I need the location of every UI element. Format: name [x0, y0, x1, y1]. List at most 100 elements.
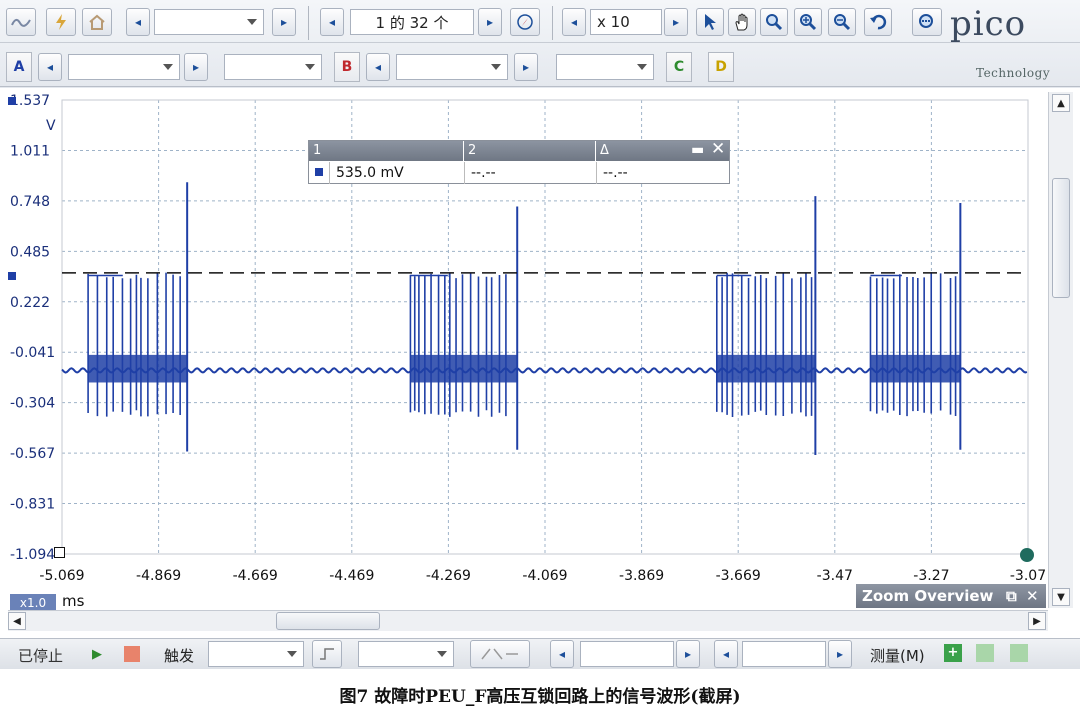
stop-icon[interactable]	[124, 646, 140, 662]
x-tick-label: -3.07	[1010, 568, 1046, 584]
y-tick-label: -0.304	[10, 396, 55, 412]
minimize-icon[interactable]: ▬	[691, 142, 704, 158]
trigger-label: 触发	[164, 647, 195, 665]
signal-burst	[87, 182, 189, 452]
waveform-trace	[61, 182, 1028, 455]
prev-capture-button[interactable]: ◂	[320, 8, 344, 36]
horizontal-scroll-thumb[interactable]	[276, 612, 380, 630]
channel-c-button[interactable]: C	[666, 52, 692, 82]
channel-b-next-button[interactable]: ▸	[514, 53, 538, 81]
y-tick-label: 0.748	[10, 194, 50, 210]
home-icon[interactable]	[82, 8, 112, 36]
scroll-down-icon[interactable]: ▼	[1052, 588, 1070, 606]
vertical-scrollbar[interactable]: ▲ ▼	[1048, 92, 1073, 608]
delete-measurement-icon[interactable]	[1010, 644, 1028, 662]
x-axis-labels: -5.069 -4.869 -4.669 -4.469 -4.269 -4.069 -3.8…	[39, 568, 1046, 584]
hand-icon[interactable]	[728, 8, 756, 36]
next-capture-button[interactable]: ▸	[478, 8, 502, 36]
signal-burst	[869, 203, 962, 450]
add-measurement-icon[interactable]: +	[944, 644, 962, 662]
capture-counter: 1 的 32 个	[350, 9, 474, 35]
pretrigger-prev-button[interactable]: ◂	[550, 640, 574, 668]
prev-input-range-button[interactable]: ◂	[126, 8, 150, 36]
x-tick-label: -4.269	[426, 568, 471, 584]
zoom-in-icon[interactable]	[794, 8, 822, 36]
y-tick-label: -1.094	[10, 547, 55, 563]
y-axis-labels: 1.537 1.011 0.748 0.485 0.222 -0.041 -0.304 -0.…	[10, 93, 55, 563]
channel-a-coupling-select[interactable]	[224, 54, 322, 80]
close-icon[interactable]: ✕	[711, 139, 725, 159]
channel-d-button[interactable]: D	[708, 52, 734, 82]
figure-caption: 图7 故障时PEU_F高压互锁回路上的信号波形(截屏)	[339, 687, 741, 707]
delay-prev-button[interactable]: ◂	[714, 640, 738, 668]
channel-a-swatch	[315, 168, 323, 176]
channel-b-button[interactable]: B	[334, 52, 360, 82]
zoom-fit-icon[interactable]	[912, 8, 942, 36]
pointer-icon[interactable]	[696, 8, 724, 36]
zoom-value: x 10	[590, 9, 662, 35]
trigger-edge-icon[interactable]	[312, 640, 342, 668]
channel-a-prev-button[interactable]: ◂	[38, 53, 62, 81]
zoom-overview-title: Zoom Overview	[862, 587, 994, 605]
channel-marker-top	[8, 97, 16, 105]
trigger-channel-select[interactable]	[358, 641, 454, 667]
zoom-overview-close-icon[interactable]: ✕	[1026, 584, 1039, 608]
signal-burst	[409, 206, 519, 450]
pretrigger-next-button[interactable]: ▸	[676, 640, 700, 668]
compass-icon[interactable]	[510, 8, 540, 36]
run-icon[interactable]: ▶	[92, 647, 102, 662]
x-tick-label: -3.869	[619, 568, 664, 584]
zoom-increase-button[interactable]: ▸	[664, 8, 688, 36]
vertical-scroll-thumb[interactable]	[1052, 178, 1070, 298]
channel-b-prev-button[interactable]: ◂	[366, 53, 390, 81]
x-tick-label: -3.27	[913, 568, 949, 584]
y-tick-label: -0.041	[10, 345, 55, 361]
measurements-label: 测量(M)	[870, 647, 925, 665]
toolbar-row-channels: A ◂ ▸ B ◂ ▸ C D	[0, 48, 1080, 87]
ruler-handle-icon[interactable]	[8, 272, 16, 280]
scope-mode-icon[interactable]	[6, 8, 36, 36]
x-tick-label: -3.47	[817, 568, 853, 584]
zoom-region-icon[interactable]	[760, 8, 788, 36]
x-tick-label: -4.069	[522, 568, 567, 584]
ruler-measurement-panel[interactable]: 1 2 Δ ▬ ✕ 535.0 mV --.-- --.--	[308, 139, 730, 184]
signal-burst	[715, 196, 817, 455]
scroll-up-icon[interactable]: ▲	[1052, 94, 1070, 112]
zoom-decrease-button[interactable]: ◂	[562, 8, 586, 36]
y-tick-label: 0.222	[10, 295, 50, 311]
y-tick-label: -0.831	[10, 497, 55, 513]
edit-measurement-icon[interactable]	[976, 644, 994, 662]
scroll-right-icon[interactable]: ▶	[1028, 612, 1046, 630]
x-unit-label: ms	[62, 592, 85, 610]
lightning-icon[interactable]	[46, 8, 76, 36]
undo-icon[interactable]	[864, 8, 892, 36]
scroll-left-icon[interactable]: ◀	[8, 612, 26, 630]
trigger-type-icon[interactable]	[470, 640, 530, 668]
y-tick-label: 0.485	[10, 244, 50, 260]
zoom-out-icon[interactable]	[828, 8, 856, 36]
x-tick-label: -4.869	[136, 568, 181, 584]
input-range-select[interactable]	[154, 9, 264, 35]
horizontal-scrollbar[interactable]: ◀ ▶	[8, 610, 1048, 631]
trigger-marker-icon[interactable]	[1020, 548, 1034, 562]
burst-band	[410, 354, 518, 383]
channel-a-range-select[interactable]	[68, 54, 180, 80]
trigger-mode-select[interactable]	[208, 641, 304, 667]
delay-field[interactable]	[742, 641, 826, 667]
status-bar: 已停止 ▶ 触发 ◂ ▸ ◂ ▸ 测量(M) +	[0, 638, 1080, 669]
y-tick-label: -0.567	[10, 446, 55, 462]
channel-a-button[interactable]: A	[6, 52, 32, 82]
channel-b-coupling-select[interactable]	[556, 54, 654, 80]
burst-band	[870, 354, 961, 383]
restore-icon[interactable]: ⧉	[1006, 584, 1017, 608]
zoom-overview-panel[interactable]: Zoom Overview ⧉ ✕	[856, 584, 1046, 608]
ruler-value-delta: --.--	[596, 162, 729, 184]
next-input-range-button[interactable]: ▸	[272, 8, 296, 36]
delay-next-button[interactable]: ▸	[828, 640, 852, 668]
channel-a-next-button[interactable]: ▸	[184, 53, 208, 81]
pretrigger-field[interactable]	[580, 641, 674, 667]
toolbar-row-top: ◂ ▸ ◂ 1 的 32 个 ▸ ◂ x 10 ▸ pico Technolog…	[0, 2, 1080, 80]
ruler-value-2: --.--	[464, 162, 595, 184]
channel-b-range-select[interactable]	[396, 54, 508, 80]
x-tick-label: -5.069	[39, 568, 84, 584]
